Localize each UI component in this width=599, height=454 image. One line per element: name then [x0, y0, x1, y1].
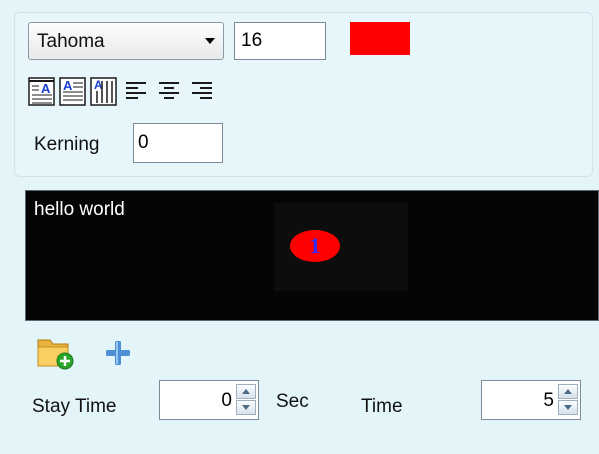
stay-time-label: Stay Time — [32, 396, 117, 417]
time-value: 5 — [543, 390, 554, 411]
spin-up-icon[interactable] — [558, 384, 578, 399]
spin-down-icon[interactable] — [236, 400, 256, 415]
time-spin-buttons — [558, 384, 578, 416]
align-left-icon[interactable] — [124, 77, 152, 107]
spin-down-icon[interactable] — [558, 400, 578, 415]
chevron-down-icon — [205, 38, 215, 44]
preview-text: hello world — [34, 199, 125, 220]
kerning-label: Kerning — [34, 134, 100, 155]
stay-time-value: 0 — [221, 390, 232, 411]
add-icon[interactable] — [104, 339, 132, 367]
kerning-input[interactable] — [133, 123, 223, 163]
align-bottom-icon[interactable]: A — [90, 77, 118, 107]
stay-time-stepper[interactable]: 0 — [159, 380, 259, 420]
text-color-swatch[interactable] — [350, 22, 410, 55]
svg-text:A: A — [63, 78, 73, 93]
font-family-select[interactable]: Tahoma — [28, 22, 224, 60]
time-stepper[interactable]: 5 — [481, 380, 581, 420]
stay-time-spin-buttons — [236, 384, 256, 416]
font-family-value: Tahoma — [37, 31, 105, 52]
align-right-icon[interactable] — [188, 77, 216, 107]
sec-label: Sec — [276, 391, 309, 412]
page-number-badge: 1 — [290, 230, 340, 262]
align-middle-icon[interactable]: A — [59, 77, 87, 107]
svg-text:A: A — [41, 81, 51, 96]
align-top-icon[interactable]: A — [28, 77, 56, 107]
font-size-input[interactable] — [234, 22, 326, 60]
add-folder-icon[interactable] — [36, 334, 76, 370]
text-preview-area[interactable]: hello world 1 — [25, 190, 599, 321]
time-label: Time — [361, 396, 403, 417]
spin-up-icon[interactable] — [236, 384, 256, 399]
align-center-icon[interactable] — [156, 77, 184, 107]
